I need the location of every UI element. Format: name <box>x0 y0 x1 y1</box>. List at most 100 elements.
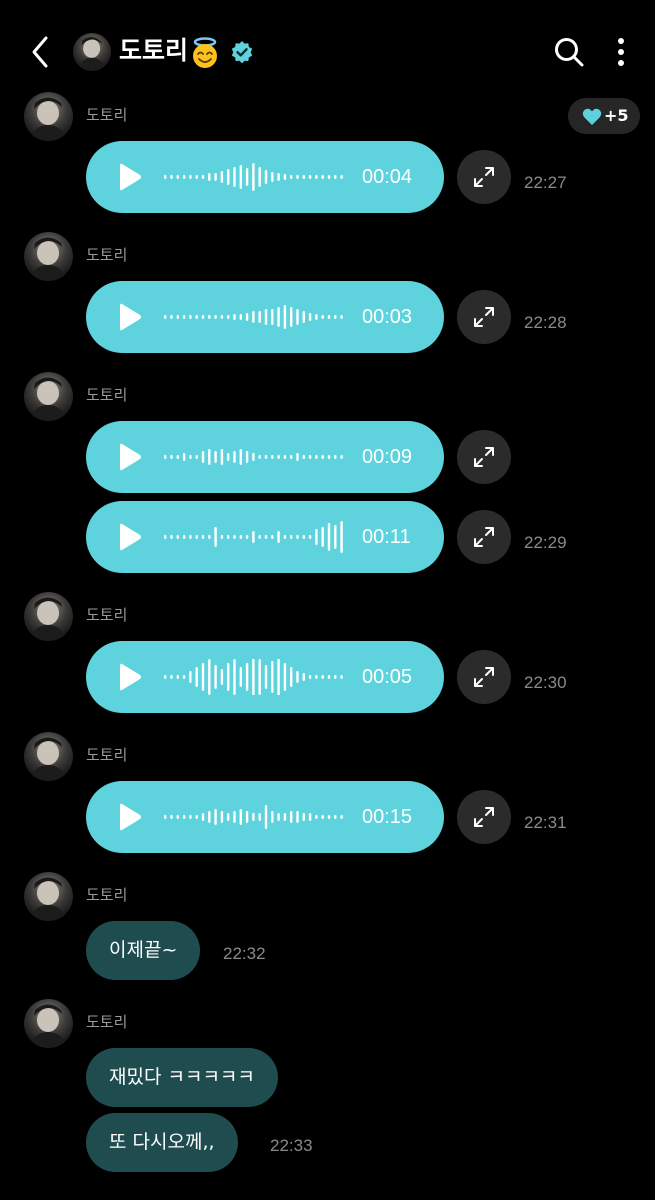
waveform-bar <box>327 675 331 679</box>
waveform-bar <box>277 813 280 821</box>
waveform-bar <box>170 815 173 819</box>
text-message[interactable]: 이제끝~ <box>86 921 201 980</box>
waveform-bar <box>227 535 230 539</box>
waveform-bar <box>308 675 312 679</box>
avatar[interactable] <box>24 999 73 1048</box>
avatar[interactable] <box>24 372 73 421</box>
sender-name: 도토리 <box>86 106 128 124</box>
avatar[interactable] <box>24 92 73 141</box>
waveform-bar <box>340 315 343 319</box>
header-avatar[interactable] <box>73 33 111 71</box>
expand-button[interactable] <box>457 290 511 344</box>
waveform-bar <box>245 168 249 186</box>
reaction-button[interactable]: +5 <box>568 98 640 134</box>
play-icon <box>120 303 141 331</box>
waveform-bar <box>283 455 287 459</box>
waveform-bar <box>176 175 179 179</box>
waveform-bar <box>201 315 205 319</box>
expand-icon <box>474 527 494 547</box>
play-button[interactable] <box>117 443 143 475</box>
waveform-bar <box>252 655 255 699</box>
waveform-bar <box>195 667 198 687</box>
waveform-bar <box>252 163 255 191</box>
waveform-bar <box>252 311 255 323</box>
waveform-bar <box>315 175 318 179</box>
waveform-bar <box>264 455 268 459</box>
back-button[interactable] <box>26 32 56 72</box>
waveform-bar <box>264 665 268 689</box>
waveform-bar <box>170 455 173 459</box>
waveform-bar <box>296 811 299 823</box>
voice-duration: 00:11 <box>362 526 411 548</box>
waveform-bar <box>283 663 287 691</box>
play-icon <box>120 663 141 691</box>
avatar-image <box>24 999 73 1048</box>
avatar-image <box>24 732 73 781</box>
waveform-bar <box>296 175 299 179</box>
waveform-bar <box>239 667 242 687</box>
waveform-bar <box>208 659 211 695</box>
waveform-bar <box>283 305 287 329</box>
message-timestamp: 22:33 <box>270 1136 313 1155</box>
waveform-bar <box>334 815 337 819</box>
voice-message[interactable]: 00:11 <box>86 501 444 573</box>
avatar[interactable] <box>24 872 73 921</box>
waveform-bar <box>245 663 249 691</box>
play-button[interactable] <box>117 663 143 695</box>
expand-button[interactable] <box>457 790 511 844</box>
voice-message[interactable]: 00:04 <box>86 141 444 213</box>
waveform-bar <box>277 657 280 697</box>
verified-badge-icon <box>230 40 254 68</box>
expand-button[interactable] <box>457 510 511 564</box>
play-button[interactable] <box>117 303 143 335</box>
waveform-bar <box>321 675 324 679</box>
search-icon <box>555 38 584 67</box>
waveform-bar <box>296 309 299 325</box>
expand-button[interactable] <box>457 430 511 484</box>
expand-button[interactable] <box>457 650 511 704</box>
waveform-bar <box>252 813 255 821</box>
waveform-bar <box>308 535 312 539</box>
sender-name: 도토리 <box>86 1013 128 1031</box>
voice-message[interactable]: 00:05 <box>86 641 444 713</box>
message-timestamp: 22:27 <box>524 173 567 192</box>
avatar[interactable] <box>24 732 73 781</box>
waveform-bar <box>189 535 192 539</box>
voice-message[interactable]: 00:15 <box>86 781 444 853</box>
waveform-bar <box>302 673 305 681</box>
avatar-image <box>24 372 73 421</box>
text-message[interactable]: 재밌다 ㅋㅋㅋㅋㅋ <box>86 1048 278 1107</box>
waveform-bar <box>327 815 331 819</box>
waveform-bar <box>321 815 324 819</box>
waveform-bar <box>308 455 312 459</box>
waveform-container <box>164 299 346 339</box>
waveform-bar <box>334 175 337 179</box>
waveform-bar <box>283 535 287 539</box>
voice-message[interactable]: 00:09 <box>86 421 444 493</box>
avatar[interactable] <box>24 232 73 281</box>
waveform-bar <box>308 813 312 821</box>
waveform-bar <box>214 451 217 463</box>
waveform-bar <box>239 165 242 189</box>
waveform-bar <box>277 173 280 181</box>
voice-message[interactable]: 00:03 <box>86 281 444 353</box>
play-button[interactable] <box>117 523 143 555</box>
avatar[interactable] <box>24 592 73 641</box>
waveform-bar <box>170 675 173 679</box>
waveform-bar <box>245 313 249 321</box>
waveform-bar <box>164 675 167 679</box>
search-button[interactable] <box>553 36 585 72</box>
waveform-bar <box>327 455 331 459</box>
play-button[interactable] <box>117 803 143 835</box>
waveform-bar <box>189 455 192 459</box>
waveform-bar <box>334 675 337 679</box>
play-button[interactable] <box>117 163 143 195</box>
text-message[interactable]: 또 다시오께,, <box>86 1113 238 1172</box>
waveform-bar <box>327 523 331 551</box>
expand-button[interactable] <box>457 150 511 204</box>
waveform-bar <box>271 535 274 539</box>
more-options-button[interactable] <box>608 36 634 70</box>
waveform-bar <box>271 309 274 325</box>
play-icon <box>120 523 141 551</box>
waveform-bar <box>290 175 293 179</box>
